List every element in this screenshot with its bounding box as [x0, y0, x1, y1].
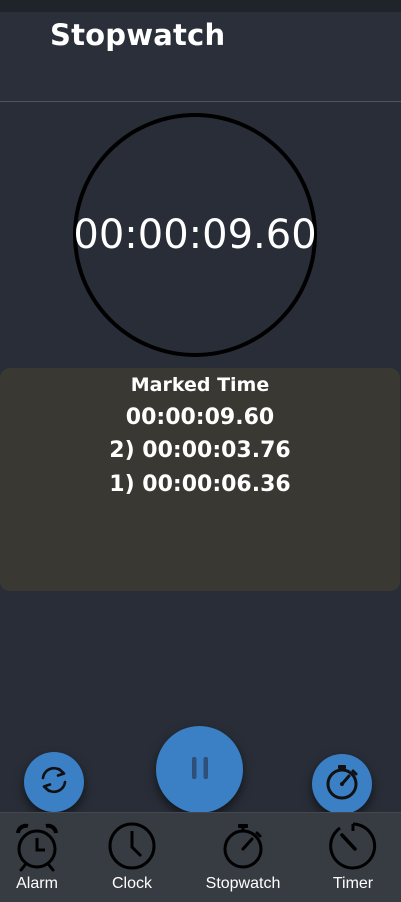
status-strip [0, 0, 401, 12]
nav-item-timer[interactable]: Timer [316, 813, 390, 902]
bottom-nav: Alarm Clock Stopwatch Timer [0, 812, 401, 902]
stopwatch-dial: 00:00:09.60 [73, 113, 317, 357]
marked-time-current: 00:00:09.60 [125, 405, 275, 430]
stopwatch-icon [321, 761, 363, 807]
nav-item-stopwatch[interactable]: Stopwatch [190, 813, 296, 902]
nav-label-alarm: Alarm [16, 875, 58, 892]
marked-time-title: Marked Time [130, 374, 270, 396]
marked-time-panel: Marked Time 00:00:09.60 2) 00:00:03.76 1… [0, 368, 400, 591]
nav-label-clock: Clock [111, 875, 152, 892]
page-title: Stopwatch [50, 18, 226, 52]
stopwatch-app: Stopwatch 00:00:09.60 Marked Time 00:00:… [0, 0, 401, 902]
stopwatch-icon [220, 821, 266, 875]
pause-icon [188, 755, 212, 785]
lap-button[interactable] [312, 754, 372, 814]
clock-icon [107, 821, 157, 875]
header-divider [0, 101, 401, 102]
elapsed-time-display: 00:00:09.60 [73, 212, 317, 258]
nav-item-alarm[interactable]: Alarm [0, 813, 74, 902]
nav-label-timer: Timer [332, 875, 374, 892]
lap-item: 1) 00:00:06.36 [109, 472, 291, 497]
refresh-icon [37, 763, 71, 801]
timer-icon [328, 821, 378, 875]
lap-item: 2) 00:00:03.76 [109, 438, 291, 463]
nav-item-clock[interactable]: Clock [88, 813, 176, 902]
reset-button[interactable] [24, 752, 84, 812]
nav-label-stopwatch: Stopwatch [205, 875, 281, 892]
pause-button[interactable] [156, 726, 243, 813]
alarm-clock-icon [13, 821, 61, 877]
